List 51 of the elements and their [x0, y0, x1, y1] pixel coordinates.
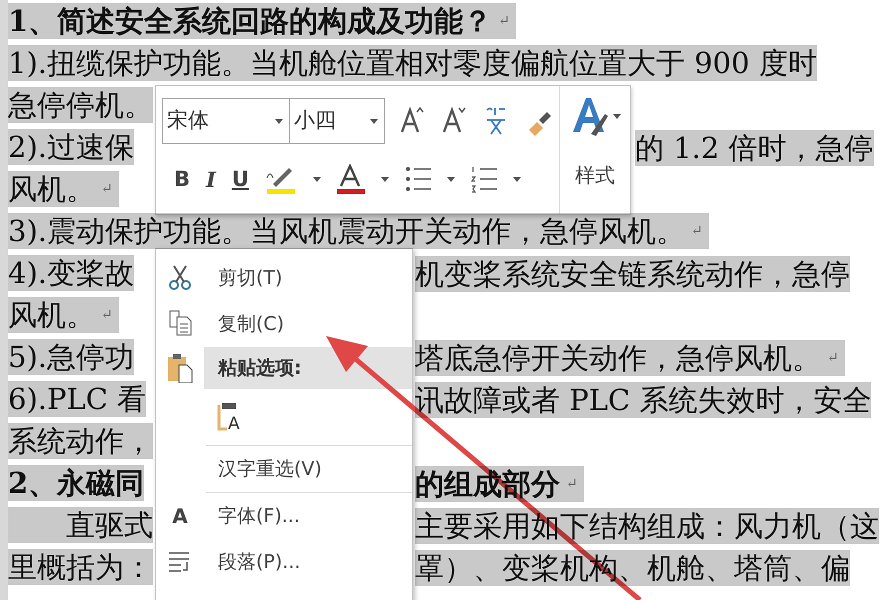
styles-label: 样式 [575, 162, 615, 189]
menu-item[interactable]: 汉字重选(V) [156, 446, 412, 492]
caret-icon[interactable] [613, 114, 621, 118]
body-text: 6).PLC 看 [8, 381, 146, 417]
font-name-combo[interactable]: 宋体 [162, 98, 290, 144]
menu-item[interactable]: A 字体(F)... [156, 493, 412, 539]
body-text: 3).震动保护功能。当风机震动开关动作，急停风机。 [8, 213, 685, 249]
body-text: 系统动作， [8, 423, 153, 459]
menu-item[interactable]: 剪切(T) [156, 255, 412, 301]
body-text: 5).急停功 [8, 339, 134, 375]
paragraph-mark: ↵ [821, 340, 845, 376]
paragraph-mark: ↵ [492, 3, 516, 39]
numbering-icon[interactable] [470, 164, 497, 194]
font-icon: A [172, 506, 188, 526]
caret-icon[interactable] [380, 176, 389, 182]
bold-button[interactable]: B [174, 168, 190, 190]
body-text: 2).过速保 [8, 129, 134, 165]
font-size-combo[interactable]: 小四 [290, 98, 385, 144]
paragraph-mark: ↵ [560, 466, 584, 502]
body-text: 里概括为： [8, 549, 153, 585]
menu-section-header: 粘贴选项: [204, 347, 412, 389]
keep-text-only-button[interactable]: A [216, 401, 240, 433]
body-text: 急停停机。 [8, 87, 153, 123]
paste-icon [167, 353, 193, 383]
body-text: 风机。 [8, 171, 95, 207]
heading-text: 的组成部分 [415, 466, 560, 502]
caret-icon[interactable] [512, 176, 521, 182]
body-text: 风机。 [8, 297, 95, 333]
caret-icon [275, 118, 283, 124]
underline-button[interactable]: U [232, 168, 249, 190]
body-text: 塔底急停开关动作，急停风机。 [415, 340, 821, 376]
paragraph-mark: ↵ [95, 297, 119, 333]
body-text: 的 1.2 倍时，急停 [635, 130, 874, 166]
scissors-icon [167, 263, 193, 293]
body-text: 1).扭缆保护功能。当机舱位置相对零度偏航位置大于 900 度时 [8, 45, 817, 81]
paragraph-mark: ↵ [95, 171, 119, 207]
clipboard-icon [216, 401, 238, 433]
menu-item[interactable]: 段落(P)... [156, 539, 412, 585]
bullets-icon[interactable] [404, 164, 431, 194]
heading-text: 2、永磁同 [8, 465, 144, 501]
body-text: 直驱式 [8, 507, 153, 543]
font-color-icon[interactable] [336, 164, 365, 194]
body-text: 4).变桨故 [8, 255, 134, 291]
italic-button[interactable]: I [206, 168, 216, 190]
caret-icon [370, 118, 378, 124]
body-text: 机变桨系统安全链系统动作，急停 [415, 256, 850, 292]
caret-icon[interactable] [446, 176, 455, 182]
body-text: 讯故障或者 PLC 系统失效时，安全 [415, 382, 872, 418]
caret-icon[interactable] [312, 176, 321, 182]
heading-text: 1、简述安全系统回路的构成及功能？ [8, 3, 492, 39]
paragraph-mark: ↵ [684, 213, 709, 249]
